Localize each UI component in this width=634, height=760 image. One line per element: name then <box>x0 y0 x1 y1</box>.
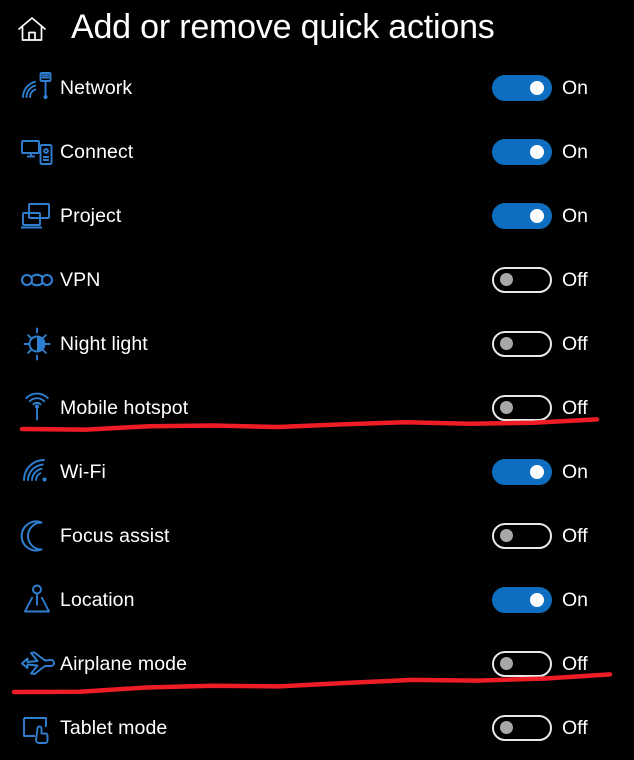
quick-action-label: Focus assist <box>60 525 170 547</box>
quick-action-state-label: Off <box>562 653 588 675</box>
quick-action-row-night-light[interactable]: Night light Off <box>0 312 634 376</box>
quick-action-state-label: On <box>562 141 589 163</box>
connect-icon <box>21 140 53 165</box>
toggle-knob <box>500 401 513 414</box>
quick-action-toggle[interactable] <box>492 459 552 485</box>
quick-action-toggle[interactable] <box>492 331 552 357</box>
quick-action-state-label: Off <box>562 333 588 355</box>
toggle-knob <box>500 337 513 350</box>
focus-assist-icon <box>20 520 43 552</box>
toggle-knob <box>530 209 544 223</box>
home-icon[interactable] <box>17 15 47 43</box>
toggle-knob <box>500 721 513 734</box>
quick-action-label: Network <box>60 77 133 99</box>
toggle-knob <box>500 273 513 286</box>
page-header: Add or remove quick actions <box>0 0 634 56</box>
project-icon <box>21 203 50 229</box>
toggle-knob <box>530 145 544 159</box>
quick-action-state-label: On <box>562 77 589 99</box>
airplane-mode-icon <box>21 651 55 675</box>
quick-action-row-vpn[interactable]: VPN Off <box>0 248 634 312</box>
page-title: Add or remove quick actions <box>71 8 495 46</box>
quick-action-row-network[interactable]: Network On <box>0 56 634 120</box>
vpn-icon <box>20 273 54 287</box>
night-light-icon <box>23 327 51 361</box>
toggle-knob <box>500 657 513 670</box>
wifi-icon <box>23 459 47 482</box>
quick-action-label: Airplane mode <box>60 653 188 675</box>
quick-action-row-tablet-mode[interactable]: Tablet mode Off <box>0 696 634 760</box>
location-icon <box>24 584 50 613</box>
quick-action-label: Location <box>60 589 135 611</box>
quick-action-label: VPN <box>60 269 101 291</box>
quick-action-row-project[interactable]: Project On <box>0 184 634 248</box>
quick-action-row-location[interactable]: Location On <box>0 568 634 632</box>
quick-action-toggle[interactable] <box>492 587 552 613</box>
quick-action-state-label: On <box>562 589 589 611</box>
quick-action-label: Project <box>60 205 122 227</box>
tablet-mode-icon <box>23 717 49 744</box>
quick-action-row-wi-fi[interactable]: Wi-Fi On <box>0 440 634 504</box>
quick-action-state-label: On <box>562 205 589 227</box>
quick-action-label: Connect <box>60 141 134 163</box>
quick-action-toggle[interactable] <box>492 267 552 293</box>
quick-action-toggle[interactable] <box>492 203 552 229</box>
quick-action-row-focus-assist[interactable]: Focus assist Off <box>0 504 634 568</box>
toggle-knob <box>530 593 544 607</box>
mobile-hotspot-icon <box>25 392 49 421</box>
toggle-knob <box>500 529 513 542</box>
quick-action-state-label: Off <box>562 525 588 547</box>
quick-action-toggle[interactable] <box>492 715 552 741</box>
quick-action-toggle[interactable] <box>492 139 552 165</box>
quick-action-toggle[interactable] <box>492 523 552 549</box>
quick-action-state-label: Off <box>562 717 588 739</box>
quick-action-toggle[interactable] <box>492 395 552 421</box>
quick-action-state-label: On <box>562 461 589 483</box>
network-icon <box>22 72 52 100</box>
quick-action-label: Mobile hotspot <box>60 397 189 419</box>
quick-action-row-airplane-mode[interactable]: Airplane mode Off <box>0 632 634 696</box>
quick-action-label: Night light <box>60 333 148 355</box>
quick-action-row-connect[interactable]: Connect On <box>0 120 634 184</box>
quick-action-toggle[interactable] <box>492 75 552 101</box>
toggle-knob <box>530 81 544 95</box>
quick-action-state-label: Off <box>562 269 588 291</box>
quick-action-state-label: Off <box>562 397 588 419</box>
toggle-knob <box>530 465 544 479</box>
quick-action-row-mobile-hotspot[interactable]: Mobile hotspot Off <box>0 376 634 440</box>
quick-actions-list: Network On Connect On Project On VPN Off Nig… <box>0 56 634 760</box>
quick-action-label: Wi-Fi <box>60 461 106 483</box>
quick-action-label: Tablet mode <box>60 717 168 739</box>
quick-action-toggle[interactable] <box>492 651 552 677</box>
